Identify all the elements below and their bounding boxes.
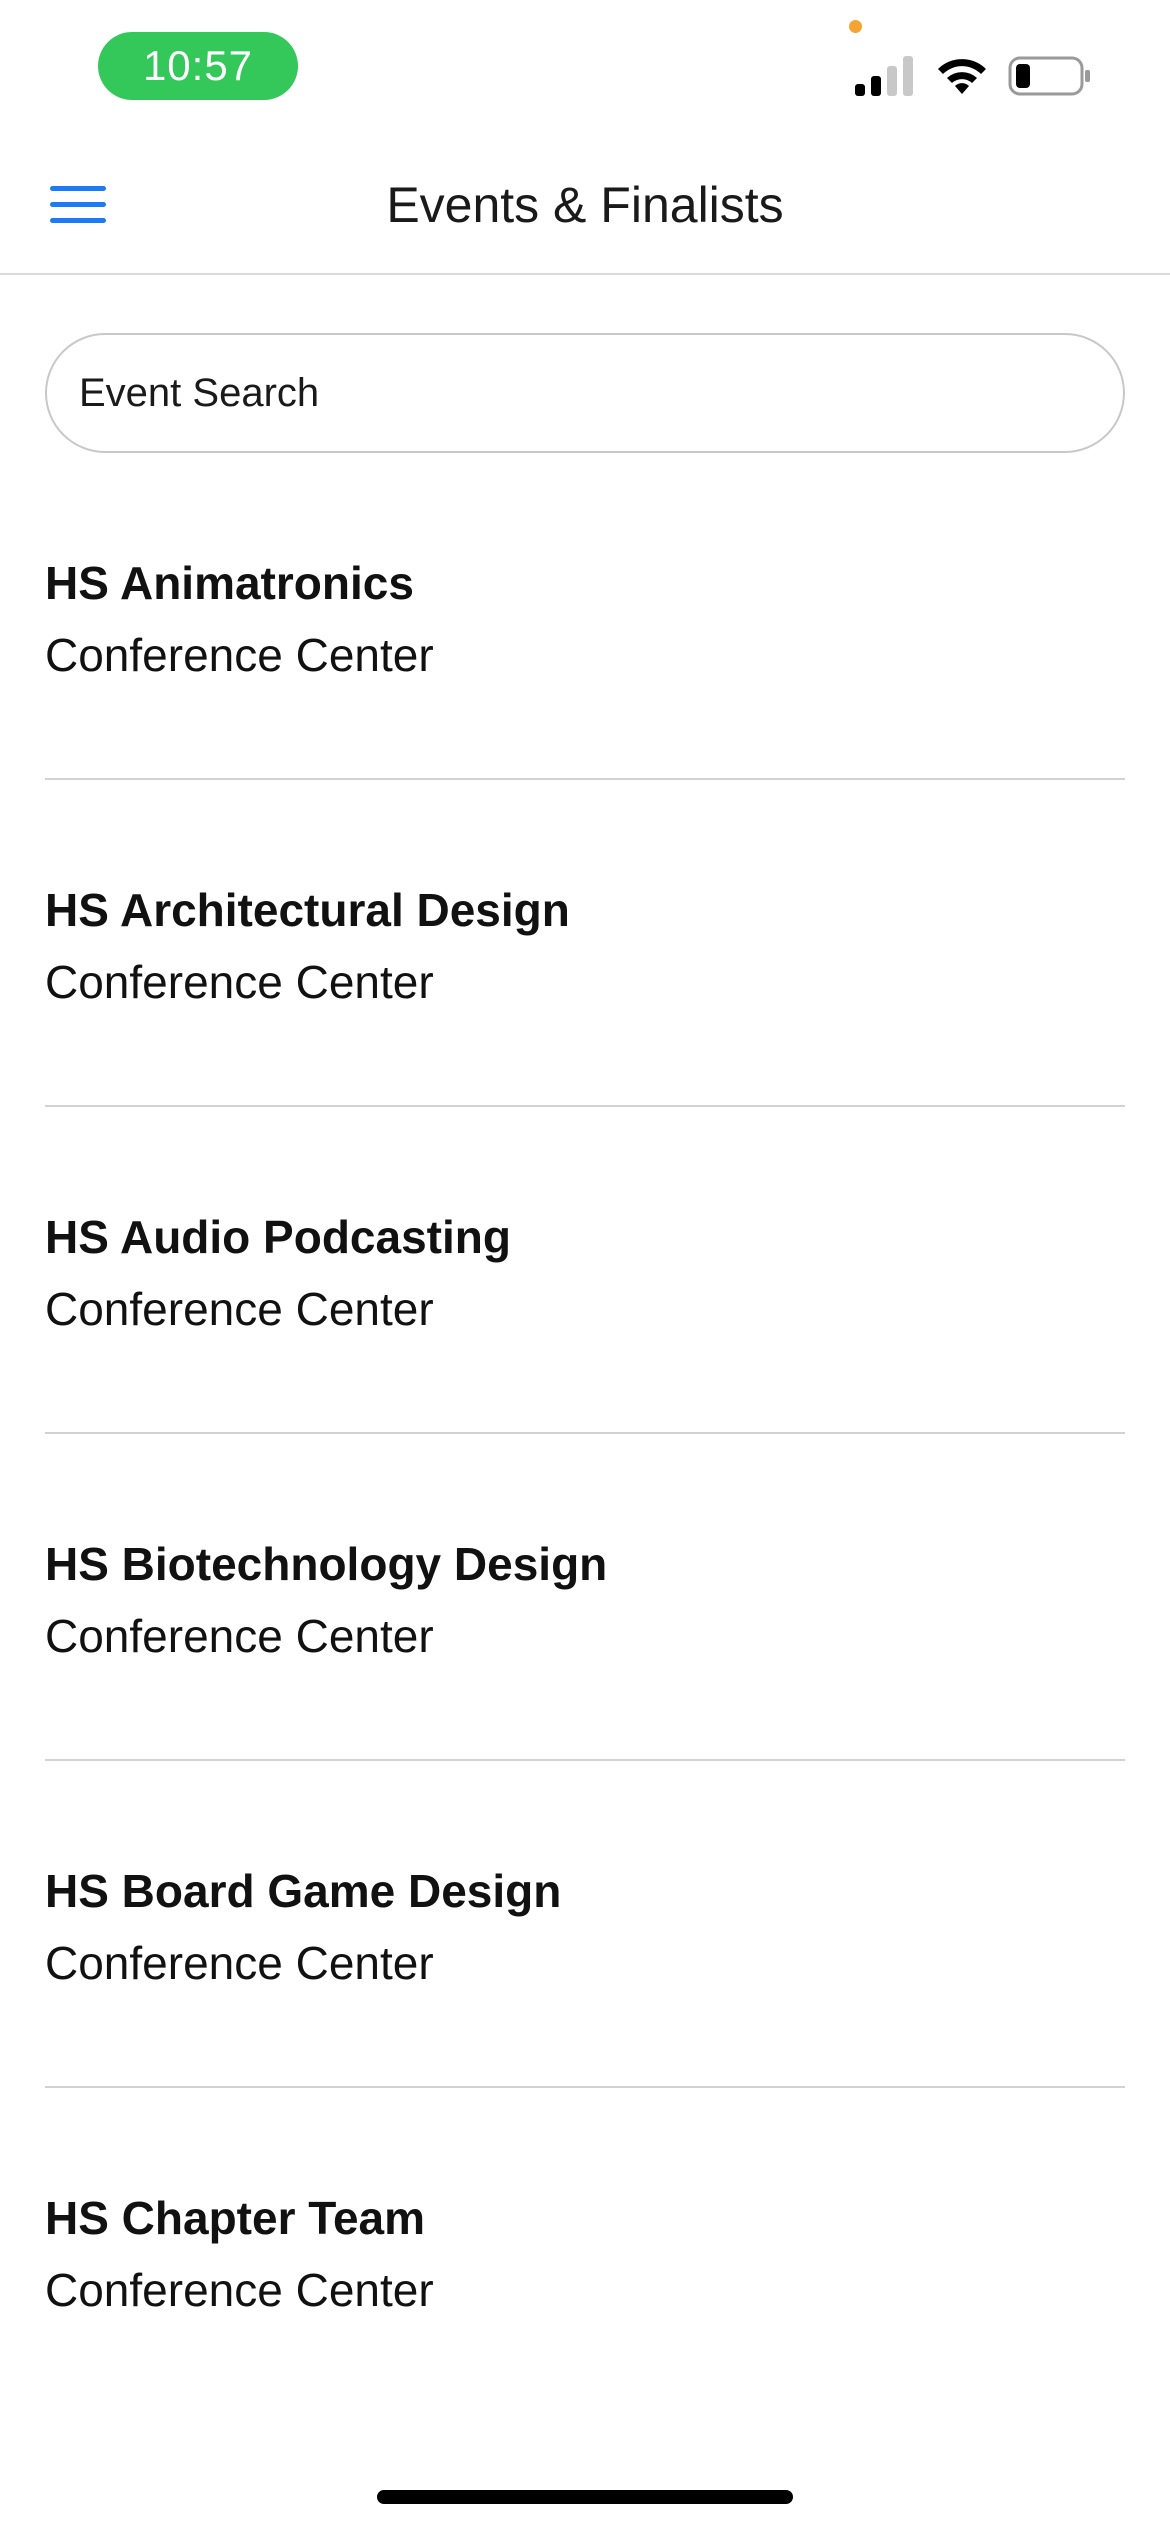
nav-bar: Events & Finalists bbox=[0, 135, 1170, 275]
home-indicator[interactable] bbox=[377, 2490, 793, 2504]
event-list: HS Animatronics Conference Center HS Arc… bbox=[45, 453, 1125, 2415]
event-name: HS Architectural Design bbox=[45, 884, 570, 936]
page-title: Events & Finalists bbox=[386, 177, 784, 233]
event-search-input[interactable] bbox=[45, 333, 1125, 453]
event-name: HS Board Game Design bbox=[45, 1865, 562, 1917]
event-list-item[interactable]: HS Biotechnology Design Conference Cente… bbox=[45, 1434, 1125, 1761]
battery-icon bbox=[1008, 56, 1090, 96]
search-container bbox=[45, 333, 1125, 453]
event-location: Conference Center bbox=[45, 1283, 434, 1335]
hamburger-menu-icon bbox=[50, 186, 106, 223]
signal-icon bbox=[855, 56, 913, 96]
privacy-indicator-icon bbox=[849, 20, 862, 33]
event-location: Conference Center bbox=[45, 956, 434, 1008]
status-time: 10:57 bbox=[98, 32, 298, 100]
event-name: HS Audio Podcasting bbox=[45, 1211, 511, 1263]
event-list-item[interactable]: HS Chapter Team Conference Center bbox=[45, 2088, 1125, 2415]
event-list-item[interactable]: HS Audio Podcasting Conference Center bbox=[45, 1107, 1125, 1434]
event-location: Conference Center bbox=[45, 629, 434, 681]
app-screen: 10:57 Events & Finalists Event Search HS… bbox=[0, 0, 1170, 2532]
event-name: HS Animatronics bbox=[45, 557, 414, 609]
wifi-icon bbox=[938, 59, 986, 94]
event-name: HS Chapter Team bbox=[45, 2192, 426, 2244]
menu-button[interactable] bbox=[38, 175, 118, 235]
status-bar: 10:57 bbox=[0, 0, 1170, 135]
event-list-item[interactable]: HS Animatronics Conference Center bbox=[45, 453, 1125, 780]
event-location: Conference Center bbox=[45, 1937, 434, 1989]
event-location: Conference Center bbox=[45, 1610, 434, 1662]
event-list-item[interactable]: HS Architectural Design Conference Cente… bbox=[45, 780, 1125, 1107]
event-list-item[interactable]: HS Board Game Design Conference Center bbox=[45, 1761, 1125, 2088]
event-name: HS Biotechnology Design bbox=[45, 1538, 608, 1590]
event-location: Conference Center bbox=[45, 2264, 434, 2316]
